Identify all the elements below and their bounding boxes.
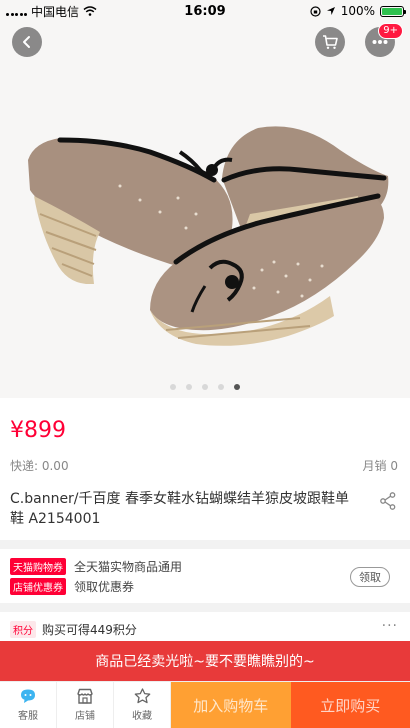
product-photo-shoes <box>28 126 389 346</box>
buy-now-button[interactable]: 立即购买 <box>290 682 410 728</box>
gallery-dot[interactable] <box>170 384 176 390</box>
tmall-voucher-tag: 天猫购物券 <box>10 558 66 575</box>
points-more-button[interactable]: ··· <box>382 618 398 634</box>
status-bar: 中国电信 16:09 100% <box>0 0 410 22</box>
back-button[interactable] <box>12 27 42 57</box>
shop-label: 店铺 <box>75 711 95 722</box>
signal-icon <box>6 7 27 16</box>
points-tag: 积分 <box>10 621 36 638</box>
carrier-name: 中国电信 <box>31 4 80 19</box>
promo-row-tmall-voucher[interactable]: 天猫购物券 全天猫实物商品通用 <box>10 558 182 575</box>
star-icon <box>134 688 150 704</box>
favorite-button[interactable]: 收藏 <box>114 682 171 728</box>
customer-service-button[interactable]: 客服 <box>0 682 57 728</box>
location-arrow-icon <box>326 7 335 15</box>
gallery-pagination <box>0 384 410 390</box>
cart-icon <box>323 35 338 49</box>
tmall-voucher-text: 全天猫实物商品通用 <box>74 560 183 574</box>
promo-row-shop-coupon[interactable]: 店铺优惠券 领取优惠券 <box>10 578 134 595</box>
product-title: C.banner/千百度 春季女鞋水钻蝴蝶结羊猄皮坡跟鞋单鞋 A2154001 <box>10 491 349 527</box>
sold-out-notice[interactable]: 商品已经卖光啦~要不要瞧瞧别的~ <box>0 641 410 681</box>
claim-coupon-button[interactable]: 领取 <box>350 567 390 587</box>
shop-coupon-text: 领取优惠券 <box>74 580 135 594</box>
customer-service-label: 客服 <box>18 711 38 722</box>
favorite-label: 收藏 <box>132 711 152 722</box>
product-image-gallery[interactable]: 9+ <box>0 0 410 398</box>
shop-coupon-tag: 店铺优惠券 <box>10 578 66 595</box>
points-row[interactable]: 积分 购买可得449积分 <box>10 621 137 638</box>
section-divider <box>0 603 410 612</box>
share-button[interactable] <box>380 492 396 514</box>
battery-percent: 100% <box>340 4 375 18</box>
points-text: 购买可得449积分 <box>42 623 137 637</box>
gallery-dot[interactable] <box>186 384 192 390</box>
customer-service-icon <box>21 689 35 703</box>
chevron-left-icon <box>23 36 30 48</box>
shop-button[interactable]: 店铺 <box>57 682 114 728</box>
battery-icon <box>380 5 406 17</box>
bottom-action-bar: 客服 店铺 收藏 加入购物车 立即购买 <box>0 681 410 728</box>
orientation-lock-icon <box>310 5 321 17</box>
gallery-dot[interactable] <box>202 384 208 390</box>
section-divider <box>0 540 410 549</box>
gallery-dot[interactable] <box>218 384 224 390</box>
message-badge: 9+ <box>378 23 403 39</box>
gallery-dot[interactable] <box>234 384 240 390</box>
more-button[interactable]: 9+ <box>365 23 403 57</box>
more-dots-icon <box>372 40 388 44</box>
monthly-sales: 月销 0 <box>362 459 398 473</box>
shipping-fee: 快递: 0.00 <box>10 459 69 473</box>
cart-button[interactable] <box>315 27 345 57</box>
wifi-icon <box>83 6 97 16</box>
share-icon <box>380 492 396 510</box>
add-to-cart-button[interactable]: 加入购物车 <box>171 682 291 728</box>
product-price: ¥899 <box>10 418 66 443</box>
shop-icon <box>77 688 93 704</box>
